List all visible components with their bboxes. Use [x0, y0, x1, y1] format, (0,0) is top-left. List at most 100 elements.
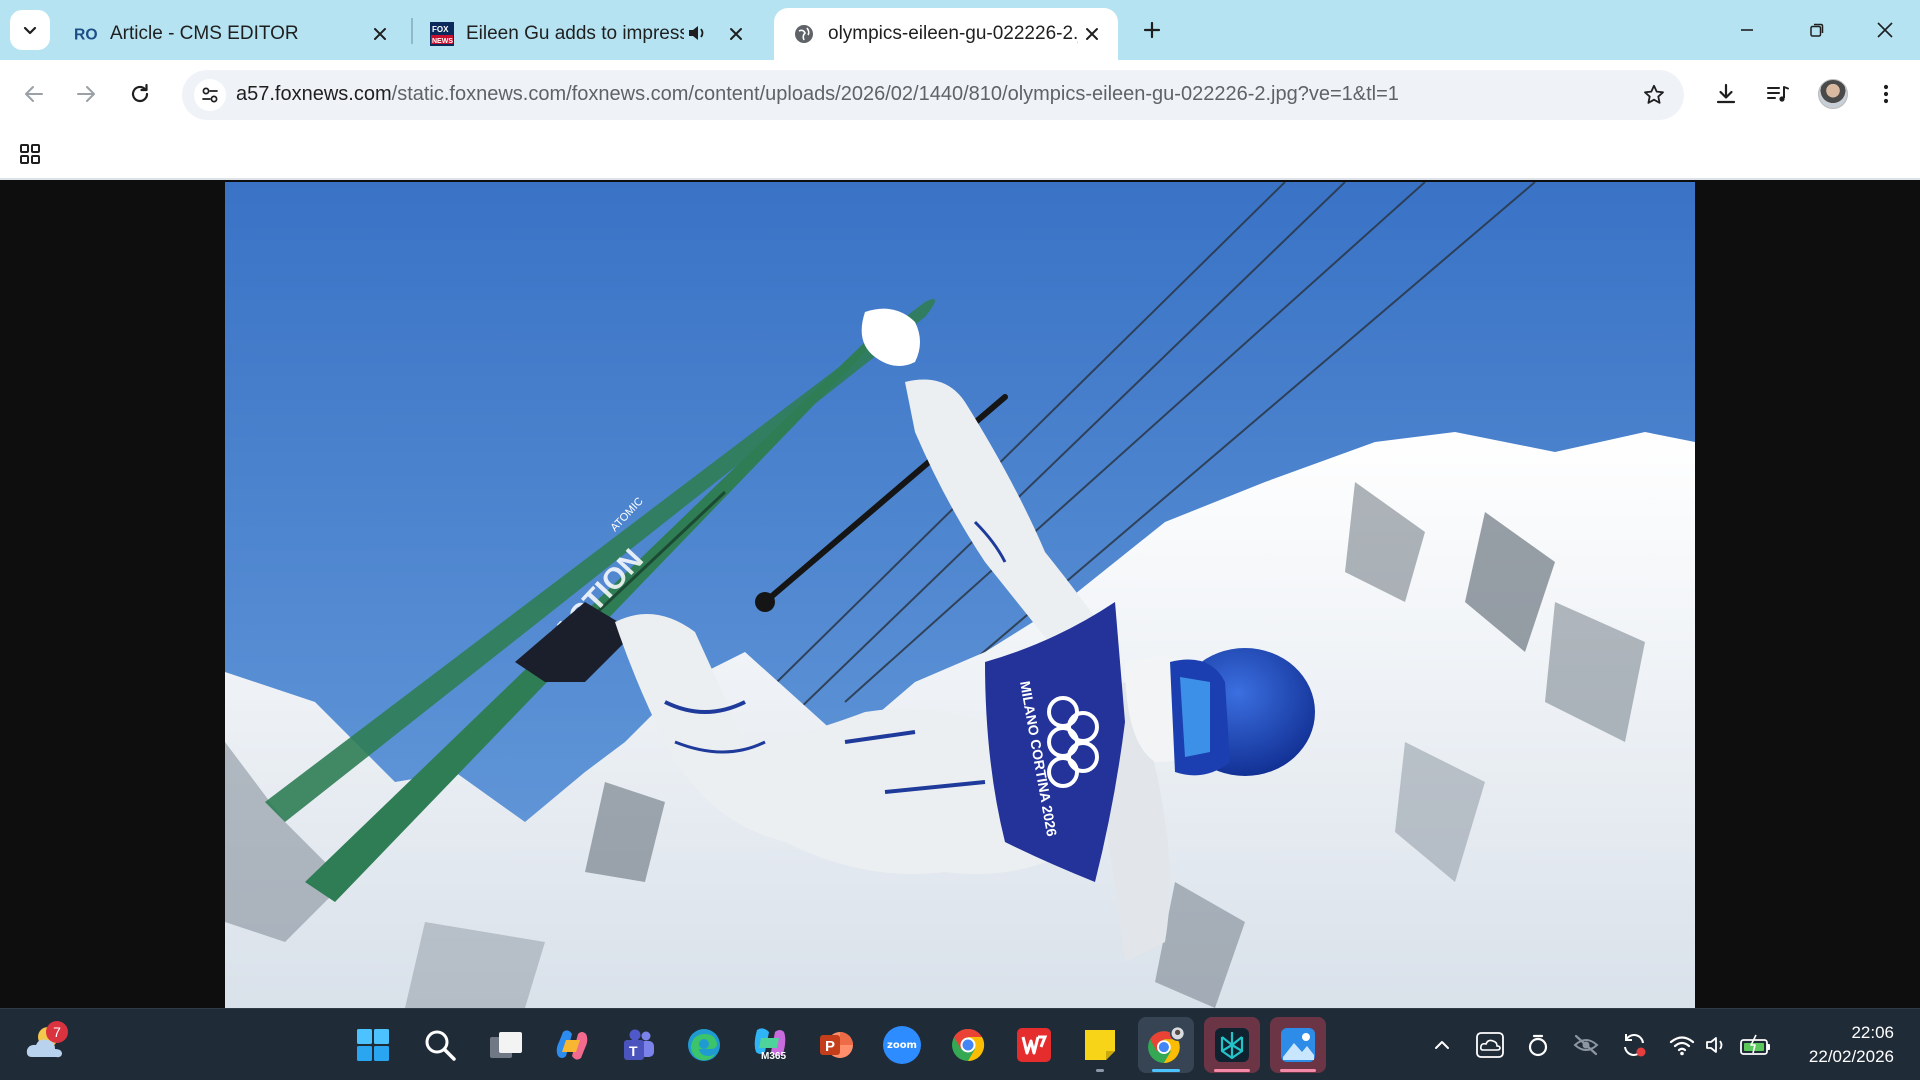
photos-button[interactable] — [1270, 1017, 1326, 1073]
site-info-icon[interactable] — [194, 79, 226, 111]
reload-button[interactable] — [120, 74, 160, 114]
battery-charging-icon — [1740, 1034, 1770, 1055]
menu-button[interactable] — [1866, 74, 1906, 114]
url-host: a57.foxnews.com — [236, 83, 392, 105]
speaker-icon[interactable] — [686, 22, 710, 46]
minimize-button[interactable] — [1724, 10, 1770, 50]
plus-icon — [1143, 21, 1161, 39]
chrome-profile-button[interactable] — [1138, 1017, 1194, 1073]
sticky-notes-button[interactable] — [1072, 1017, 1128, 1073]
edge-button[interactable] — [676, 1017, 732, 1073]
clock-time: 22:06 — [1851, 1023, 1894, 1042]
onedrive-tray-button[interactable] — [1474, 1029, 1506, 1061]
eye-off-icon — [1573, 1034, 1599, 1056]
tab-fox-news-article[interactable]: FOX NEWS Eileen Gu adds to impressiv — [412, 8, 762, 60]
running-indicator — [1214, 1069, 1250, 1072]
running-indicator — [1280, 1069, 1316, 1072]
tab-search-button[interactable] — [10, 10, 50, 50]
svg-text:NEWS: NEWS — [432, 38, 453, 45]
tab-title: olympics-eileen-gu-022226-2.jp — [828, 23, 1078, 44]
forward-button[interactable] — [66, 74, 106, 114]
photos-icon — [1281, 1028, 1315, 1062]
zoom-icon: zoom — [883, 1026, 921, 1064]
svg-text:RO: RO — [74, 27, 98, 44]
tab-cms-editor[interactable]: RO Article - CMS EDITOR — [56, 8, 406, 60]
cloud-sync-icon — [1476, 1032, 1504, 1058]
search-button[interactable] — [412, 1017, 468, 1073]
url-path: /static.foxnews.com/foxnews.com/content/… — [391, 83, 1399, 105]
close-tab-icon[interactable] — [368, 22, 392, 46]
copilot-button[interactable] — [544, 1017, 600, 1073]
task-view-icon — [490, 1032, 522, 1058]
image-viewer: FACTION ATOMIC MILANO CORTINA 2026 — [0, 182, 1920, 1008]
m365-label: M365 — [761, 1051, 787, 1062]
sync-icon — [1624, 1034, 1646, 1057]
perplexity-icon — [1215, 1028, 1249, 1062]
tab-title: Eileen Gu adds to impressiv — [466, 23, 684, 44]
tab-olympics-image[interactable]: olympics-eileen-gu-022226-2.jp — [774, 8, 1118, 60]
clock-date: 22/02/2026 — [1808, 1047, 1894, 1066]
show-hidden-icons-button[interactable] — [1426, 1029, 1458, 1061]
wifi-button[interactable] — [1666, 1029, 1698, 1061]
clock[interactable]: 22:06 22/02/2026 — [1809, 1021, 1894, 1069]
bookmark-star-icon[interactable] — [1640, 81, 1668, 109]
volume-icon — [1706, 1037, 1723, 1053]
chevron-up-icon — [1435, 1041, 1449, 1049]
chrome-button[interactable] — [940, 1017, 996, 1073]
sync-tray-button[interactable] — [1618, 1029, 1650, 1061]
powerpoint-icon: P — [820, 1032, 853, 1058]
hidden-visibility-button[interactable] — [1570, 1029, 1602, 1061]
url-text[interactable]: a57.foxnews.com/static.foxnews.com/foxne… — [236, 83, 1399, 106]
svg-text:FOX: FOX — [432, 25, 449, 34]
powerpoint-button[interactable]: P — [808, 1017, 864, 1073]
chevron-down-icon — [23, 26, 37, 35]
restore-button[interactable] — [1794, 10, 1840, 50]
reload-icon — [131, 83, 149, 103]
browser-toolbar: a57.foxnews.com/static.foxnews.com/foxne… — [0, 60, 1920, 128]
helmet — [1125, 648, 1315, 776]
start-button[interactable] — [345, 1017, 401, 1073]
avatar — [1818, 79, 1848, 109]
running-indicator — [1152, 1069, 1180, 1072]
teams-button[interactable]: T — [610, 1017, 666, 1073]
edge-icon — [688, 1029, 720, 1061]
weather-badge: 7 — [46, 1021, 68, 1043]
arrow-right-icon — [77, 86, 95, 102]
close-window-button[interactable] — [1862, 10, 1908, 50]
profile-button[interactable] — [1813, 74, 1853, 114]
bookmarks-bar — [0, 128, 1920, 180]
perplexity-button[interactable] — [1204, 1017, 1260, 1073]
copilot-icon — [556, 1030, 588, 1060]
ring-icon — [1528, 1034, 1548, 1057]
ro-logo-icon: RO — [74, 22, 98, 46]
back-button[interactable] — [14, 74, 54, 114]
minimize-icon — [1741, 29, 1753, 31]
battery-button[interactable] — [1740, 1029, 1772, 1061]
sticky-notes-icon — [1085, 1030, 1115, 1060]
wifi-icon — [1669, 1036, 1695, 1056]
restore-icon — [1810, 23, 1824, 37]
new-tab-button[interactable] — [1134, 12, 1170, 48]
svg-text:P: P — [825, 1038, 835, 1055]
media-control-button[interactable] — [1758, 74, 1798, 114]
olympics-skier-photo[interactable]: FACTION ATOMIC MILANO CORTINA 2026 — [225, 182, 1695, 1008]
tab-strip: RO Article - CMS EDITOR FOX NEWS Eileen G… — [0, 0, 1920, 60]
address-bar[interactable]: a57.foxnews.com/static.foxnews.com/foxne… — [182, 70, 1684, 120]
task-view-button[interactable] — [478, 1017, 534, 1073]
more-vertical-icon — [1883, 84, 1889, 104]
svg-text:T: T — [629, 1043, 638, 1059]
zoom-button[interactable]: zoom — [874, 1017, 930, 1073]
weather-widget[interactable]: 7 — [24, 1021, 72, 1067]
running-indicator — [1096, 1069, 1104, 1072]
wps-office-button[interactable] — [1006, 1017, 1062, 1073]
close-tab-icon[interactable] — [724, 22, 748, 46]
apps-button[interactable] — [14, 138, 46, 170]
close-tab-icon[interactable] — [1080, 22, 1104, 46]
playlist-music-icon — [1767, 86, 1789, 102]
search-icon — [425, 1030, 456, 1061]
close-icon — [1877, 22, 1893, 38]
volume-button[interactable] — [1700, 1029, 1732, 1061]
downloads-button[interactable] — [1706, 74, 1746, 114]
tray-app-button[interactable] — [1522, 1029, 1554, 1061]
m365-button[interactable]: M365 — [742, 1017, 798, 1073]
